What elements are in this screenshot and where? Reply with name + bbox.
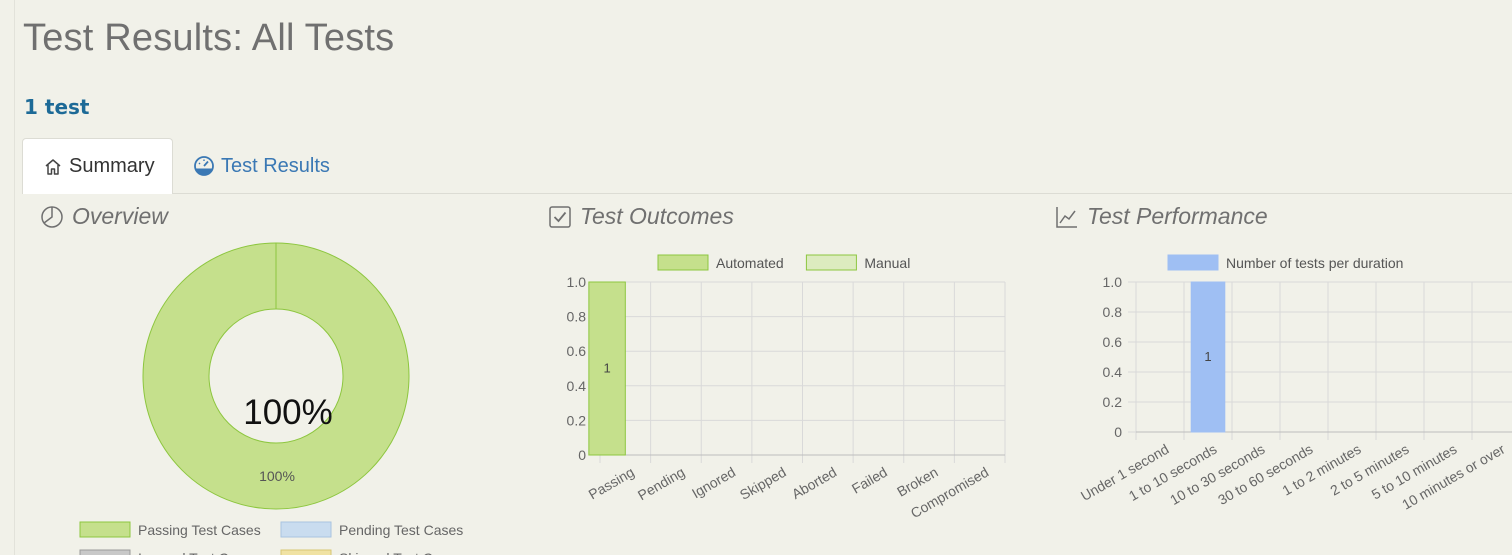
outcomes-bar-chart: Automated Manual 0 0.2 0.4 0.6 0.8 1.0 1 PassingP… (567, 254, 1006, 521)
legend-swatch (79, 549, 131, 555)
legend-swatch (79, 521, 131, 538)
overview-title-text: Overview (72, 203, 168, 229)
performance-bar-chart: Number of tests per duration 0 0.2 0.4 0.6 0.… (1078, 254, 1512, 513)
legend-label: Pending Test Cases (339, 522, 463, 538)
checkbox-icon (549, 205, 571, 228)
legend-swatch (280, 549, 332, 555)
legend-swatch (657, 254, 709, 271)
overview-title: Overview (40, 203, 168, 230)
speedometer-icon (194, 156, 214, 176)
tab-test-results[interactable]: Test Results (193, 138, 330, 194)
y-tick-label: 0 (578, 447, 586, 463)
outcomes-title-text: Test Outcomes (580, 203, 734, 229)
legend-swatch (1167, 254, 1219, 271)
x-tick-label: Failed (849, 464, 890, 497)
tab-summary-label: Summary (69, 155, 155, 177)
tab-summary[interactable]: Summary (22, 138, 173, 194)
y-tick-label: 1.0 (567, 274, 587, 290)
pie-chart-icon (41, 205, 63, 228)
y-tick-label: 0.6 (1103, 334, 1123, 350)
y-tick-label: 1.0 (1103, 274, 1123, 290)
x-tick-label: Passing (586, 464, 637, 503)
pie-slice-label: 100% (259, 468, 295, 484)
legend-swatch (280, 521, 332, 538)
y-tick-label: 0.2 (567, 412, 587, 428)
y-tick-label: 0.6 (567, 343, 587, 359)
donut-center-label: 100% (243, 393, 333, 432)
performance-title: Test Performance (1055, 203, 1268, 230)
home-icon (45, 158, 61, 175)
legend-label: Number of tests per duration (1226, 255, 1403, 271)
legend-label: Passing Test Cases (138, 522, 261, 538)
legend-label: Manual (864, 255, 910, 271)
legend-label: Automated (716, 255, 784, 271)
x-tick-label: Skipped (737, 464, 789, 503)
y-tick-label: 0.8 (1103, 304, 1123, 320)
x-tick-label: Aborted (789, 464, 839, 502)
performance-title-text: Test Performance (1087, 203, 1268, 229)
line-chart-icon (1056, 206, 1077, 228)
y-tick-label: 0.8 (567, 309, 587, 325)
y-tick-label: 0.4 (567, 378, 587, 394)
page-title: Test Results: All Tests (23, 17, 395, 59)
overview-donut-chart: 100% 100% Passing Test Cases Pending Test C… (79, 242, 463, 555)
bar-data-label: 1 (1204, 349, 1211, 364)
legend-label: Ignored Test Cases (138, 550, 258, 555)
x-tick-label: Ignored (689, 464, 738, 502)
x-tick-label: Pending (635, 464, 688, 504)
test-count-link[interactable]: 1 test (24, 95, 89, 119)
bar-data-label: 1 (603, 361, 610, 376)
legend-label: Skipped Test Cases (339, 550, 462, 555)
tab-test-results-label: Test Results (221, 154, 330, 177)
legend-swatch (805, 254, 857, 271)
y-tick-label: 0.4 (1103, 364, 1123, 380)
y-tick-label: 0.2 (1103, 394, 1123, 410)
outcomes-title: Test Outcomes (548, 203, 734, 230)
y-tick-label: 0 (1114, 424, 1122, 440)
